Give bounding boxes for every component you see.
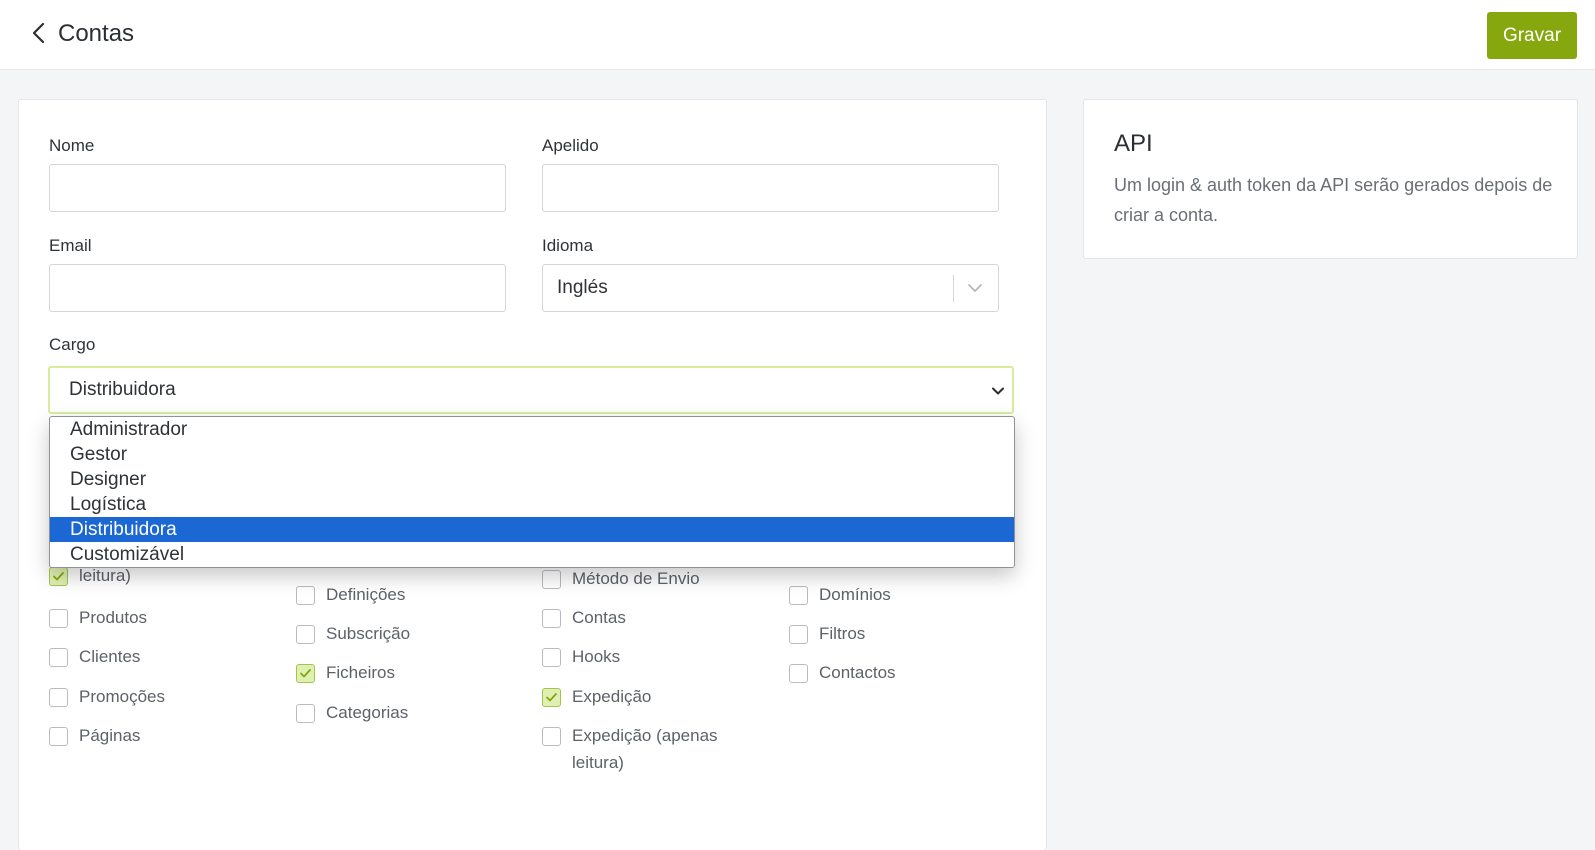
checkbox[interactable] bbox=[296, 704, 315, 723]
idioma-label: Idioma bbox=[542, 236, 594, 255]
save-button[interactable]: Gravar bbox=[1487, 12, 1577, 59]
idioma-select[interactable]: Inglés bbox=[542, 264, 999, 312]
nome-input[interactable] bbox=[49, 164, 506, 212]
permission-label: Filtros bbox=[819, 624, 866, 643]
checkbox[interactable] bbox=[49, 688, 68, 707]
email-input[interactable] bbox=[49, 264, 506, 312]
permission-checkbox-categorias[interactable]: Categorias bbox=[296, 703, 501, 726]
permission-checkbox-hooks[interactable]: Hooks bbox=[542, 647, 747, 670]
cargo-option[interactable]: Logística bbox=[50, 492, 1014, 517]
cargo-label: Cargo bbox=[49, 335, 96, 354]
cargo-option[interactable]: Gestor bbox=[50, 442, 1014, 467]
checkbox[interactable] bbox=[542, 688, 561, 707]
checkbox[interactable] bbox=[296, 586, 315, 605]
checkbox[interactable] bbox=[49, 727, 68, 746]
select-divider bbox=[953, 275, 954, 302]
permission-label: Hooks bbox=[572, 647, 621, 666]
permission-checkbox-promocoes[interactable]: Promoções bbox=[49, 687, 254, 710]
checkbox[interactable] bbox=[296, 664, 315, 683]
checkbox[interactable] bbox=[49, 609, 68, 628]
checkbox[interactable] bbox=[789, 625, 808, 644]
checkbox[interactable] bbox=[296, 625, 315, 644]
permission-label: Páginas bbox=[79, 726, 141, 745]
cargo-value: Distribuidora bbox=[69, 379, 176, 400]
permission-label: Produtos bbox=[79, 608, 148, 627]
checkbox[interactable] bbox=[49, 567, 68, 586]
top-bar: Contas Gravar bbox=[0, 0, 1595, 70]
permission-checkbox-clientes[interactable]: Clientes bbox=[49, 647, 254, 670]
permission-checkbox-contactos[interactable]: Contactos bbox=[789, 663, 994, 686]
permission-label: Expedição (apenas leitura) bbox=[572, 726, 718, 772]
permission-checkbox-filtros[interactable]: Filtros bbox=[789, 624, 994, 647]
permission-label: Domínios bbox=[819, 585, 891, 604]
permission-label: Subscrição bbox=[326, 624, 411, 643]
permission-checkbox-paginas[interactable]: Páginas bbox=[49, 726, 254, 749]
checkbox[interactable] bbox=[789, 586, 808, 605]
chevron-down-icon bbox=[990, 383, 1006, 399]
cargo-select[interactable]: Distribuidora bbox=[48, 366, 1014, 414]
permission-label: Definições bbox=[326, 585, 406, 604]
checkbox[interactable] bbox=[542, 609, 561, 628]
cargo-option-selected[interactable]: Distribuidora bbox=[50, 517, 1014, 542]
cargo-option[interactable]: Administrador bbox=[50, 417, 1014, 442]
permission-checkbox-metodo-envio[interactable]: Método de Envio bbox=[542, 569, 747, 592]
permission-label: Promoções bbox=[79, 687, 165, 706]
permission-checkbox-expedicao-leitura[interactable]: Expedição (apenas leitura) bbox=[542, 726, 747, 776]
permission-checkbox-contas[interactable]: Contas bbox=[542, 608, 747, 631]
nome-label: Nome bbox=[49, 136, 95, 155]
cargo-dropdown-list: Administrador Gestor Designer Logística … bbox=[49, 416, 1015, 568]
checkbox[interactable] bbox=[542, 648, 561, 667]
chevron-down-icon bbox=[966, 279, 984, 297]
email-label: Email bbox=[49, 236, 92, 255]
checkbox[interactable] bbox=[49, 648, 68, 667]
permission-checkbox-definicoes[interactable]: Definições bbox=[296, 585, 501, 608]
permission-label: Expedição bbox=[572, 687, 652, 706]
idioma-value: Inglés bbox=[557, 277, 608, 298]
page-title: Contas bbox=[58, 20, 135, 47]
permission-label: Categorias bbox=[326, 703, 409, 722]
checkbox[interactable] bbox=[542, 570, 561, 589]
api-title: API bbox=[1114, 130, 1153, 157]
cargo-option[interactable]: Designer bbox=[50, 467, 1014, 492]
permission-label: Clientes bbox=[79, 647, 141, 666]
api-info-card: API Um login & auth token da API serão g… bbox=[1083, 99, 1578, 259]
permission-label: Ficheiros bbox=[326, 663, 395, 682]
permission-checkbox-expedicao[interactable]: Expedição bbox=[542, 687, 747, 710]
apelido-input[interactable] bbox=[542, 164, 999, 212]
permission-checkbox-encomendas-leitura[interactable]: leitura) bbox=[49, 566, 254, 589]
api-description: Um login & auth token da API serão gerad… bbox=[1114, 175, 1553, 225]
permission-label: Contas bbox=[572, 608, 626, 627]
permission-label: Contactos bbox=[819, 663, 896, 682]
permission-checkbox-dominios[interactable]: Domínios bbox=[789, 585, 994, 608]
apelido-label: Apelido bbox=[542, 136, 599, 155]
back-arrow-icon[interactable] bbox=[26, 19, 56, 49]
permission-checkbox-subscricao[interactable]: Subscrição bbox=[296, 624, 501, 647]
cargo-option[interactable]: Customizável bbox=[50, 542, 1014, 567]
permission-checkbox-ficheiros[interactable]: Ficheiros bbox=[296, 663, 501, 686]
permission-label: Método de Envio bbox=[572, 569, 700, 588]
checkbox[interactable] bbox=[542, 727, 561, 746]
checkbox[interactable] bbox=[789, 664, 808, 683]
permission-checkbox-produtos[interactable]: Produtos bbox=[49, 608, 254, 631]
